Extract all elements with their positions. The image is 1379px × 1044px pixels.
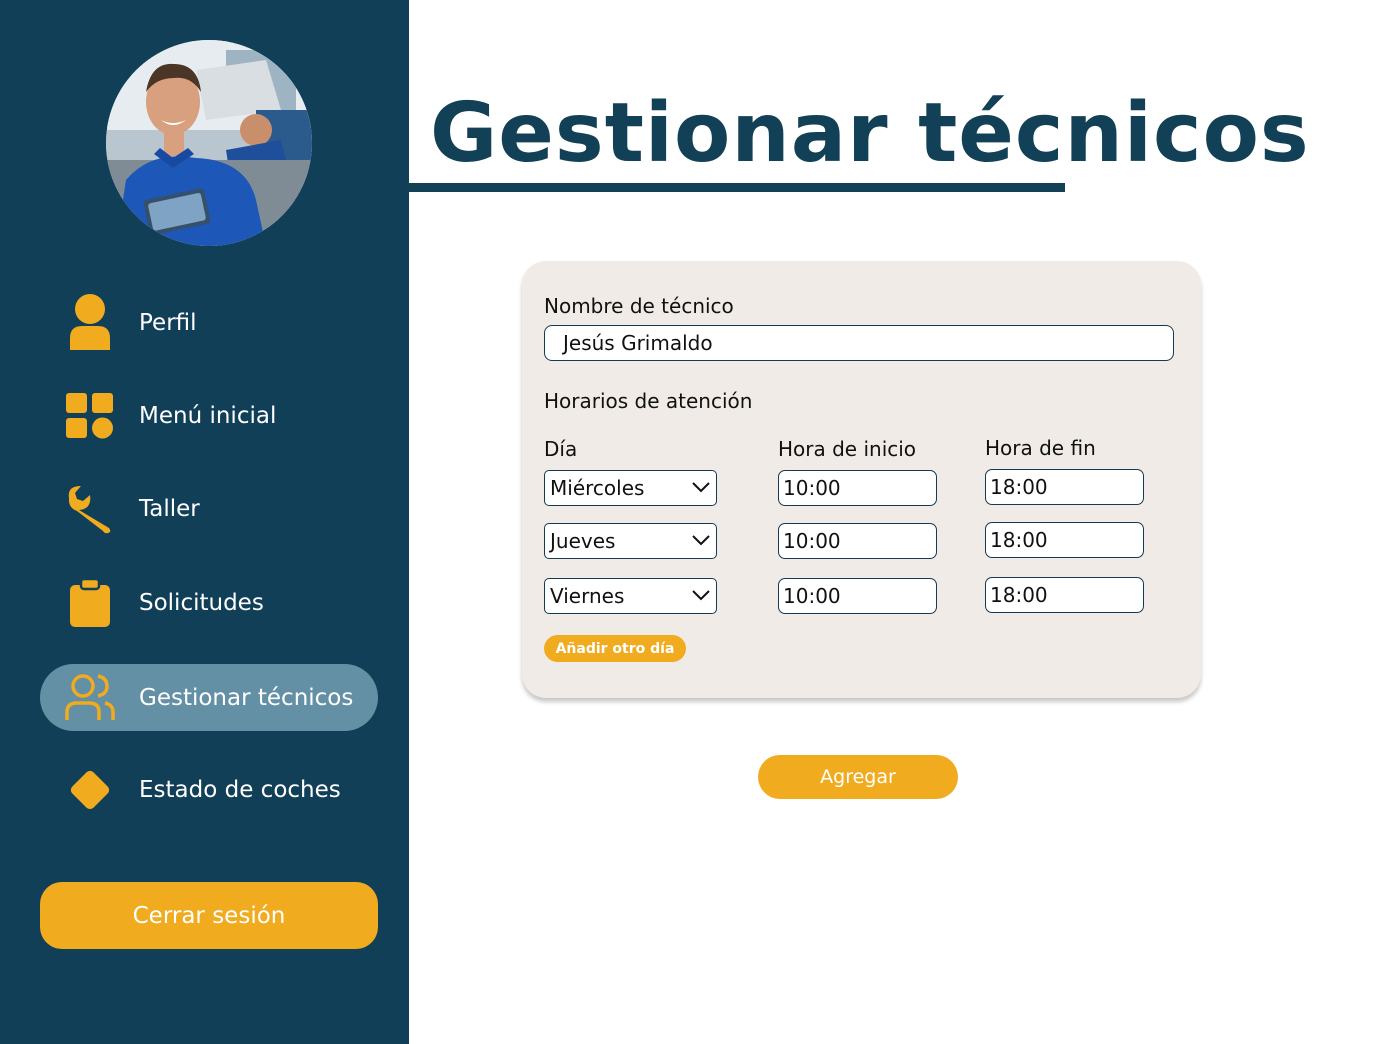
users-icon	[64, 670, 116, 726]
sidebar-item-solicitudes[interactable]: Solicitudes	[40, 569, 378, 636]
chevron-down-icon	[692, 482, 710, 493]
schedule-label: Horarios de atención	[544, 389, 753, 413]
sidebar-item-perfil[interactable]: Perfil	[40, 289, 378, 356]
start-column-header: Hora de inicio	[778, 437, 917, 461]
technician-name-label: Nombre de técnico	[544, 294, 734, 318]
sidebar-item-label: Taller	[139, 495, 200, 522]
wrench-icon	[64, 481, 116, 537]
sidebar-item-label: Solicitudes	[139, 589, 264, 616]
end-time-input[interactable]: 18:00	[985, 522, 1144, 558]
day-select-value: Viernes	[550, 584, 625, 608]
sidebar-item-label: Estado de coches	[139, 776, 341, 803]
technician-name-input[interactable]: Jesús Grimaldo	[544, 325, 1174, 361]
clipboard-icon	[64, 575, 116, 631]
title-underline	[409, 183, 1065, 192]
agregar-button[interactable]: Agregar	[758, 755, 958, 799]
sidebar-item-menu-inicial[interactable]: Menú inicial	[40, 382, 378, 449]
technician-form-card: Nombre de técnico Jesús Grimaldo Horario…	[522, 261, 1201, 698]
end-time-input[interactable]: 18:00	[985, 577, 1144, 613]
sidebar-item-label: Perfil	[139, 309, 197, 336]
start-time-input[interactable]: 10:00	[778, 578, 937, 614]
end-column-header: Hora de fin	[985, 436, 1096, 460]
sidebar-item-label: Gestionar técnicos	[139, 684, 354, 711]
person-icon	[64, 293, 116, 351]
mechanic-photo	[106, 40, 312, 246]
day-select-value: Jueves	[550, 529, 616, 553]
chevron-down-icon	[692, 535, 710, 546]
sidebar-item-gestionar-tecnicos[interactable]: Gestionar técnicos	[40, 664, 378, 731]
chevron-down-icon	[692, 590, 710, 601]
day-select[interactable]: Viernes	[544, 578, 717, 614]
page-title: Gestionar técnicos	[430, 86, 1310, 181]
sidebar: Perfil Menú inicial Taller Solicitudes G…	[0, 0, 409, 1044]
day-select-value: Miércoles	[550, 476, 645, 500]
sidebar-item-estado-de-coches[interactable]: Estado de coches	[40, 756, 378, 823]
logout-button[interactable]: Cerrar sesión	[40, 882, 378, 949]
grid-icon	[64, 388, 116, 444]
day-select[interactable]: Miércoles	[544, 470, 717, 506]
sidebar-item-taller[interactable]: Taller	[40, 475, 378, 542]
end-time-input[interactable]: 18:00	[985, 469, 1144, 505]
start-time-input[interactable]: 10:00	[778, 470, 937, 506]
day-column-header: Día	[544, 437, 578, 461]
day-select[interactable]: Jueves	[544, 523, 717, 559]
add-day-button[interactable]: Añadir otro día	[544, 635, 686, 662]
diamond-icon	[64, 762, 116, 818]
profile-avatar[interactable]	[106, 40, 312, 246]
sidebar-item-label: Menú inicial	[139, 402, 277, 429]
start-time-input[interactable]: 10:00	[778, 523, 937, 559]
